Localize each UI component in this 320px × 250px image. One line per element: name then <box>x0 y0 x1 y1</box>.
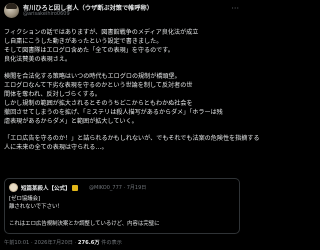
post-line: 良化法賛美の表現さえ。 <box>4 55 72 63</box>
paragraph-1: フィクションの話ではありますが、図書館戦争のメディア良化法が成立 し自粛にこうし… <box>4 29 242 65</box>
post-line: そして図書隊はエログロ含めた「全ての表現」を守るのです。 <box>4 46 174 54</box>
post-line: し自粛にこうした動きがあったという設定で書きました。 <box>4 37 163 45</box>
post-line: 人に未来の全ての表現は守られる…。 <box>4 143 108 151</box>
quoted-avatar <box>9 183 18 192</box>
post-line: 間体を奪われ、反対しづらくする。 <box>4 90 101 98</box>
timestamp[interactable]: 午前10:01 · 2026年7月20日 <box>4 240 73 246</box>
post-meta: 午前10:01 · 2026年7月20日 · 276.6万 件の表示 <box>4 240 122 246</box>
verified-badge-icon <box>71 185 78 191</box>
post-line: フィクションの話ではありますが、図書館戦争のメディア良化法が成立 <box>4 29 199 36</box>
quoted-line: 離されないで下さい！ <box>9 204 63 211</box>
quoted-line <box>9 211 160 219</box>
paragraph-3: 「エロ広告を守るのか！」と詰られるかもしれないが、でもそれでも法案の危険性を指摘… <box>4 135 260 153</box>
post-line: 虐表現があるからダメ」と範囲が拡大していく。 <box>4 117 138 125</box>
quoted-text: [ゼロ協議会] 離されないで下さい！ これはエロ広告規制決案とか調整しているけど… <box>9 195 160 228</box>
quoted-line: [ゼロ協議会] <box>9 196 41 202</box>
author-handle[interactable]: @arisakeihiro0609 <box>23 11 70 17</box>
paragraph-2: 検閲を合法化する策略はいつの時代もエログロの規制が橋頭堡。 エログロなんて下劣な… <box>4 73 242 126</box>
quoted-line: これはエロ広告規制決案とか調整しているけど、内容は完璧に <box>9 220 160 227</box>
post-text: フィクションの話ではありますが、図書館戦争のメディア良化法が成立 し自粛にこうし… <box>4 29 260 161</box>
view-count-label: 件の表示 <box>101 240 122 246</box>
post-line: エログロなんて下劣な表現を守るのかという世論を制して反対者の世 <box>4 82 193 90</box>
post-line: しかし規制の範囲が拡大されるとそのうちどこからともわかぬ社会を <box>4 99 193 107</box>
quoted-author-name: 短篇某殺人【公式】 <box>21 184 78 192</box>
quoted-post[interactable]: 短篇某殺人【公式】 @MIKO0_777 · 7月19日 [ゼロ協議会] 離され… <box>4 178 240 234</box>
view-count: 276.6万 <box>77 240 100 246</box>
post-line: 撤回させてしまうのを拡げ、「ミステリは殺人描写があるからダメ」「ホラーは残 <box>4 108 223 116</box>
more-horizontal-icon[interactable]: ··· <box>231 4 239 13</box>
quoted-author-handle: @MIKO0_777 · 7月19日 <box>89 185 147 191</box>
author-avatar[interactable] <box>4 3 19 18</box>
post-line: 「エロ広告を守るのか！」と詰られるかもしれないが、でもそれでも法案の危険性を指摘… <box>4 135 260 143</box>
post-line: 検閲を合法化する策略はいつの時代もエログロの規制が橋頭堡。 <box>4 73 181 81</box>
post-card: 有川ひろと因し者人（ウザ断ぶ対策で帷呼称） @arisakeihiro0609 … <box>0 0 260 250</box>
